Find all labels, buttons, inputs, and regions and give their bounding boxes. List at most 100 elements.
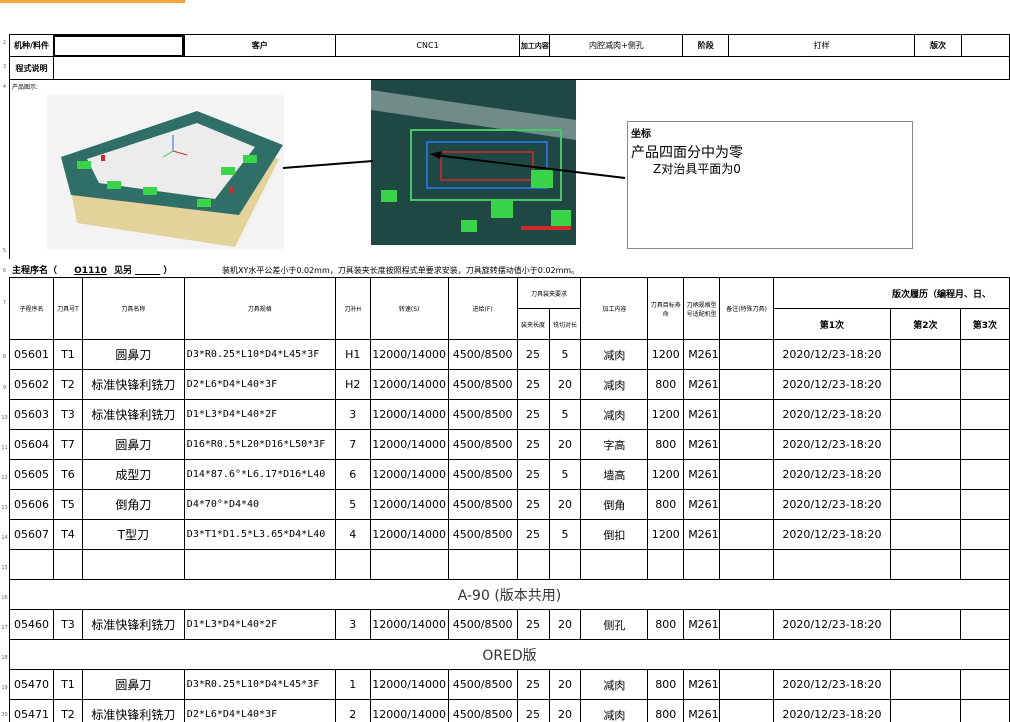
cell-t[interactable]: T6 xyxy=(52,459,83,490)
cell-content[interactable]: 侧孔 xyxy=(580,609,649,640)
cell-life[interactable]: 800 xyxy=(647,489,685,520)
cell-flat[interactable]: 5 xyxy=(548,459,582,490)
cell-mc[interactable]: M261 xyxy=(683,699,721,722)
cell-content[interactable]: 减肉 xyxy=(580,669,649,700)
cell-life[interactable]: 1200 xyxy=(647,339,685,370)
cell-name[interactable]: 标准快锋利铣刀 xyxy=(81,399,185,430)
cell-spec[interactable]: D14*87.6°*L6.17*D16*L40 xyxy=(183,459,336,490)
cell-remark[interactable] xyxy=(719,339,774,370)
cell-sub[interactable]: 05606 xyxy=(9,489,54,520)
process-value[interactable]: CNC1 xyxy=(334,34,521,57)
stage-value[interactable]: 打样 xyxy=(728,34,916,57)
cell-f[interactable]: 4500/8500 xyxy=(447,519,518,550)
cell-name[interactable]: 标准快锋利铣刀 xyxy=(81,369,185,400)
cell-s[interactable]: 12000/14000 xyxy=(369,699,449,722)
cell-h[interactable]: 5 xyxy=(334,489,371,520)
cell-mc[interactable]: M261 xyxy=(683,609,721,640)
cell-h[interactable]: 6 xyxy=(334,459,371,490)
cell-h[interactable]: 7 xyxy=(334,429,371,460)
cell-rev[interactable]: 2020/12/23-18:20 xyxy=(772,369,891,400)
cell-sub[interactable]: 05460 xyxy=(9,609,54,640)
cell-h[interactable]: H1 xyxy=(334,339,371,370)
cell-f[interactable]: 4500/8500 xyxy=(447,699,518,722)
spreadsheet[interactable]: 2 3 4 5 6 7 8 9 10 11 12 13 14 15 16 17 … xyxy=(0,0,1010,722)
cell-f[interactable]: 4500/8500 xyxy=(447,459,518,490)
cell-f[interactable]: 4500/8500 xyxy=(447,369,518,400)
cell-rev[interactable]: 2020/12/23-18:20 xyxy=(772,459,891,490)
cell-name[interactable]: 圆鼻刀 xyxy=(81,339,185,370)
cell-mc[interactable]: M261 xyxy=(683,339,721,370)
material-cell[interactable] xyxy=(52,34,185,57)
cell-h[interactable]: H2 xyxy=(334,369,371,400)
cell-rev2[interactable] xyxy=(889,399,961,430)
cell-len[interactable]: 25 xyxy=(516,699,550,722)
cell-remark[interactable] xyxy=(719,669,774,700)
cell-spec[interactable]: D2*L6*D4*L40*3F xyxy=(183,369,336,400)
cell-remark[interactable] xyxy=(719,489,774,520)
cell-h[interactable]: 2 xyxy=(334,699,371,722)
cell-content[interactable]: 减肉 xyxy=(580,369,649,400)
cell-sub[interactable]: 05471 xyxy=(9,699,54,722)
program-desc-cell[interactable] xyxy=(52,56,1010,80)
cell-s[interactable]: 12000/14000 xyxy=(369,399,449,430)
cell-rev[interactable]: 2020/12/23-18:20 xyxy=(772,339,891,370)
cell-remark[interactable] xyxy=(719,429,774,460)
cell-mc[interactable]: M261 xyxy=(683,399,721,430)
cell-content[interactable]: 字高 xyxy=(580,429,649,460)
cell-spec[interactable]: D3*R0.25*L10*D4*L45*3F xyxy=(183,669,336,700)
cell-rev[interactable]: 2020/12/23-18:20 xyxy=(772,429,891,460)
cell-mc[interactable]: M261 xyxy=(683,369,721,400)
cell-life[interactable]: 800 xyxy=(647,669,685,700)
cell-rev2[interactable] xyxy=(889,339,961,370)
cell-remark[interactable] xyxy=(719,699,774,722)
cell-remark[interactable] xyxy=(719,369,774,400)
cell-t[interactable]: T3 xyxy=(52,609,83,640)
cell-rev[interactable]: 2020/12/23-18:20 xyxy=(772,399,891,430)
cell-t[interactable]: T5 xyxy=(52,489,83,520)
content-value[interactable]: 内腔减肉+侧孔 xyxy=(549,34,684,57)
cell-f[interactable]: 4500/8500 xyxy=(447,429,518,460)
cell-spec[interactable]: D16*R0.5*L20*D16*L50*3F xyxy=(183,429,336,460)
cell-name[interactable]: 圆鼻刀 xyxy=(81,669,185,700)
cell-spec[interactable]: D1*L3*D4*L40*2F xyxy=(183,609,336,640)
cell-life[interactable]: 1200 xyxy=(647,399,685,430)
cell-len[interactable]: 25 xyxy=(516,339,550,370)
cell-mc[interactable]: M261 xyxy=(683,519,721,550)
cell-flat[interactable]: 5 xyxy=(548,399,582,430)
cell-s[interactable]: 12000/14000 xyxy=(369,609,449,640)
cell-f[interactable]: 4500/8500 xyxy=(447,339,518,370)
cell-len[interactable]: 25 xyxy=(516,669,550,700)
cell-h[interactable]: 3 xyxy=(334,399,371,430)
fixture-overview-image[interactable] xyxy=(47,95,284,249)
cell-rev2[interactable] xyxy=(889,459,961,490)
cell-s[interactable]: 12000/14000 xyxy=(369,459,449,490)
cell-rev3[interactable] xyxy=(959,699,1010,722)
cell-rev3[interactable] xyxy=(959,339,1010,370)
cell-sub[interactable]: 05607 xyxy=(9,519,54,550)
cell-h[interactable]: 1 xyxy=(334,669,371,700)
cell-flat[interactable]: 5 xyxy=(548,519,582,550)
cell-name[interactable]: 标准快锋利铣刀 xyxy=(81,609,185,640)
cell-t[interactable]: T1 xyxy=(52,339,83,370)
cell-mc[interactable]: M261 xyxy=(683,459,721,490)
cell-spec[interactable]: D3*T1*D1.5*L3.65*D4*L40 xyxy=(183,519,336,550)
cell-len[interactable]: 25 xyxy=(516,489,550,520)
cell-rev2[interactable] xyxy=(889,369,961,400)
cell-spec[interactable]: D4*70°*D4*40 xyxy=(183,489,336,520)
cell-f[interactable]: 4500/8500 xyxy=(447,669,518,700)
cell-life[interactable]: 1200 xyxy=(647,459,685,490)
cell-sub[interactable]: 05601 xyxy=(9,339,54,370)
cell-f[interactable]: 4500/8500 xyxy=(447,399,518,430)
cell-rev2[interactable] xyxy=(889,669,961,700)
cell-name[interactable]: 成型刀 xyxy=(81,459,185,490)
cell-sub[interactable]: 05470 xyxy=(9,669,54,700)
cell-spec[interactable]: D2*L6*D4*L40*3F xyxy=(183,699,336,722)
cell-s[interactable]: 12000/14000 xyxy=(369,369,449,400)
cell-flat[interactable]: 20 xyxy=(548,489,582,520)
cell-t[interactable]: T3 xyxy=(52,399,83,430)
cell-content[interactable]: 倒扣 xyxy=(580,519,649,550)
cell-content[interactable]: 减肉 xyxy=(580,339,649,370)
cell-content[interactable]: 墙高 xyxy=(580,459,649,490)
cell-rev[interactable]: 2020/12/23-18:20 xyxy=(772,609,891,640)
cell-flat[interactable]: 20 xyxy=(548,369,582,400)
